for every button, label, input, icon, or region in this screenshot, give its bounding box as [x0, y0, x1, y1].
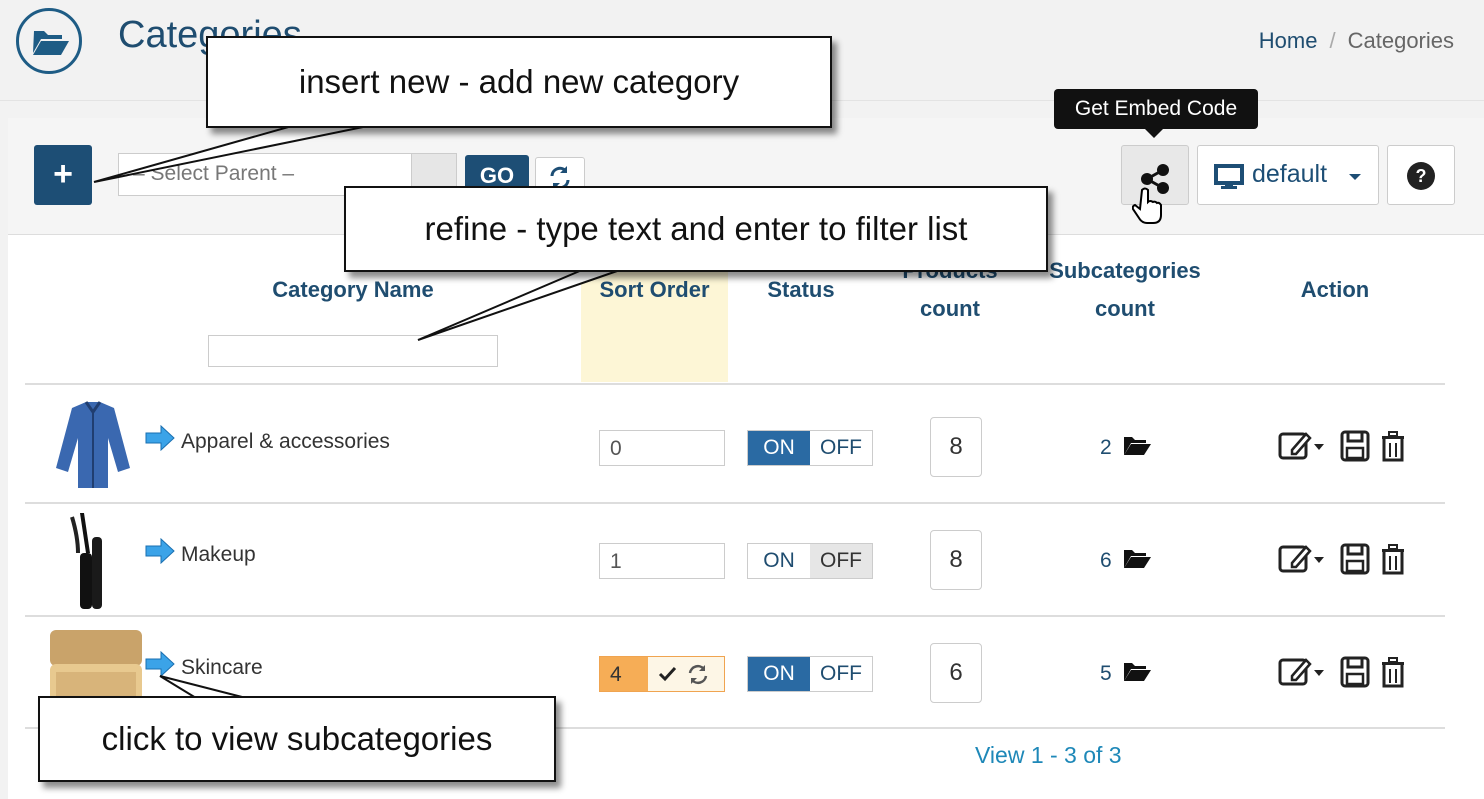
category-name[interactable]: Makeup [181, 543, 256, 567]
help-button[interactable]: ? [1387, 145, 1455, 205]
category-name[interactable]: Apparel & accessories [181, 430, 390, 454]
question-circle-icon: ? [1407, 162, 1435, 190]
status-off[interactable]: OFF [810, 657, 872, 691]
sort-order-edit: 4 [599, 656, 725, 692]
row-action-icons[interactable] [1278, 428, 1408, 464]
row-action-icons[interactable] [1278, 541, 1408, 577]
column-header-category-name[interactable]: Category Name [208, 277, 498, 303]
folder-open-icon[interactable] [1122, 434, 1152, 458]
status-off[interactable]: OFF [810, 431, 872, 465]
category-thumbnail-mascara [42, 507, 144, 611]
embed-tooltip: Get Embed Code [1054, 89, 1258, 129]
sort-order-input[interactable]: 1 [599, 543, 725, 579]
callout-insert-new: insert new - add new category [206, 36, 832, 128]
column-header-products-count[interactable]: count [880, 296, 1020, 322]
caret-down-icon [1349, 174, 1361, 180]
sort-order-input[interactable]: 4 [600, 657, 648, 691]
monitor-icon [1214, 164, 1244, 189]
hand-cursor-icon [1132, 187, 1162, 224]
column-header-status[interactable]: Status [740, 277, 862, 303]
column-header-action: Action [1300, 277, 1370, 302]
view-select-button[interactable]: default [1197, 145, 1379, 205]
row-action-icons[interactable] [1278, 654, 1408, 690]
column-header-subcategories[interactable]: Subcategories [1030, 258, 1220, 284]
status-toggle[interactable]: ON OFF [747, 656, 873, 692]
view-subcategories-arrow-icon[interactable] [145, 538, 175, 564]
breadcrumb-separator: / [1329, 28, 1336, 53]
table-divider [25, 383, 1445, 385]
column-header-sort-order[interactable]: Sort Order [581, 277, 728, 303]
subcategories-count[interactable]: 5 [1100, 662, 1112, 686]
table-divider [25, 502, 1445, 504]
breadcrumb-current: Categories [1347, 28, 1454, 53]
status-toggle[interactable]: ON OFF [747, 543, 873, 579]
table-row [42, 394, 144, 503]
callout-refine: refine - type text and enter to filter l… [344, 186, 1048, 272]
table-divider [25, 615, 1445, 617]
products-count[interactable]: 8 [930, 417, 982, 477]
status-toggle[interactable]: ON OFF [747, 430, 873, 466]
view-subcategories-arrow-icon[interactable] [145, 651, 175, 677]
status-on[interactable]: ON [748, 544, 810, 578]
status-on[interactable]: ON [748, 431, 810, 465]
products-count[interactable]: 6 [930, 643, 982, 703]
view-select-label: default [1252, 160, 1328, 188]
category-thumbnail-shirt [42, 394, 144, 498]
breadcrumb: Home / Categories [1259, 28, 1454, 54]
view-subcategories-arrow-icon[interactable] [145, 425, 175, 451]
status-off[interactable]: OFF [810, 544, 872, 578]
pagination-info: View 1 - 3 of 3 [975, 742, 1122, 768]
breadcrumb-home-link[interactable]: Home [1259, 28, 1318, 53]
table-row [42, 507, 144, 616]
save-reset-icons[interactable] [648, 657, 724, 691]
tooltip-arrow [1145, 129, 1163, 138]
products-count[interactable]: 8 [930, 530, 982, 590]
add-category-button[interactable]: + [34, 145, 92, 205]
column-header-subcategories-count[interactable]: count [1030, 296, 1220, 322]
subcategories-count[interactable]: 6 [1100, 549, 1112, 573]
sort-order-input[interactable]: 0 [599, 430, 725, 466]
subcategories-count[interactable]: 2 [1100, 436, 1112, 460]
folder-open-icon[interactable] [1122, 547, 1152, 571]
folder-open-icon [16, 8, 82, 74]
svg-text:?: ? [1416, 166, 1427, 186]
category-name[interactable]: Skincare [181, 656, 263, 680]
folder-open-icon[interactable] [1122, 660, 1152, 684]
category-filter-input[interactable] [208, 335, 498, 367]
status-on[interactable]: ON [748, 657, 810, 691]
callout-view-subcategories: click to view subcategories [38, 696, 556, 782]
